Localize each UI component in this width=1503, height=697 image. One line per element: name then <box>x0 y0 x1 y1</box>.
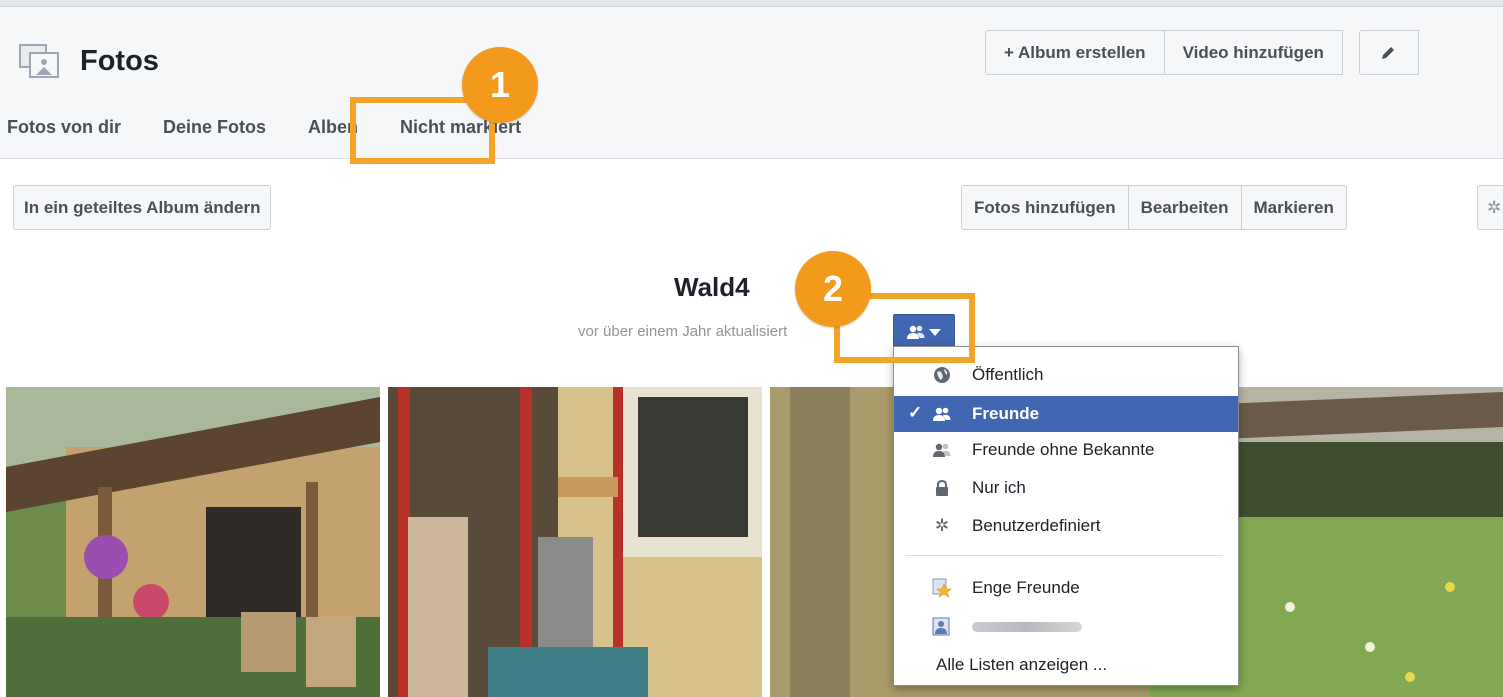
photos-icon <box>19 44 59 78</box>
album-settings-button[interactable]: ✲ <box>1477 185 1503 230</box>
gear-icon: ✲ <box>934 516 950 535</box>
album-actions: Fotos hinzufügen Bearbeiten Markieren <box>961 185 1347 230</box>
audience-option-label: Nur ich <box>972 478 1026 497</box>
add-video-button[interactable]: Video hinzufügen <box>1163 30 1343 75</box>
blurred-list-name <box>972 622 1082 632</box>
tag-button[interactable]: Markieren <box>1240 185 1347 230</box>
audience-option-only-me[interactable]: Nur ich <box>894 470 1238 506</box>
audience-option-label: Freunde <box>972 404 1040 423</box>
audience-option-custom[interactable]: ✲ Benutzerdefiniert <box>894 508 1238 544</box>
edit-button[interactable]: Bearbeiten <box>1127 185 1242 230</box>
friends-icon <box>907 325 925 339</box>
photo-tabs: Fotos von dir Deine Fotos Alben Nicht ma… <box>0 117 563 151</box>
callout-badge-1: 1 <box>462 47 538 123</box>
add-photos-button[interactable]: Fotos hinzufügen <box>961 185 1129 230</box>
friends-icon <box>932 404 952 424</box>
lock-icon <box>932 478 952 498</box>
photo-thumbnail[interactable] <box>6 387 380 697</box>
audience-option-label: Freunde ohne Bekannte <box>972 440 1155 459</box>
chevron-down-icon <box>929 328 941 336</box>
audience-option-label: Benutzerdefiniert <box>972 516 1101 535</box>
audience-option-public[interactable]: Öffentlich <box>894 357 1238 393</box>
edit-pencil-button[interactable] <box>1358 30 1419 75</box>
audience-selector-button[interactable] <box>893 314 955 350</box>
pencil-icon <box>1381 46 1394 59</box>
tab-photos-of-you[interactable]: Fotos von dir <box>7 117 121 151</box>
star-friends-icon <box>932 578 952 598</box>
audience-option-friends[interactable]: ✓ Freunde <box>894 396 1238 432</box>
audience-option-label: Öffentlich <box>972 365 1044 384</box>
album-photo-grid <box>0 387 1503 697</box>
create-album-button[interactable]: + Album erstellen <box>985 30 1165 75</box>
show-all-lists-link[interactable]: Alle Listen anzeigen ... <box>894 647 1238 683</box>
audience-list-close-friends[interactable]: Enge Freunde <box>894 570 1238 606</box>
tab-your-photos[interactable]: Deine Fotos <box>163 117 266 151</box>
page-frame: Fotos + Album erstellen Video hinzufügen… <box>0 6 1503 697</box>
menu-separator <box>905 555 1223 556</box>
shared-album-button[interactable]: In ein geteiltes Album ändern <box>13 185 272 230</box>
header-actions: + Album erstellen Video hinzufügen <box>985 30 1419 75</box>
audience-list-custom[interactable] <box>894 609 1238 645</box>
gear-icon: ✲ <box>1487 198 1502 217</box>
globe-icon <box>932 365 952 385</box>
friends-except-acquaintances-icon <box>932 440 952 460</box>
list-icon <box>932 617 952 637</box>
album-updated-text: vor über einem Jahr aktualisiert <box>578 323 788 340</box>
checkmark-icon: ✓ <box>908 403 923 422</box>
audience-option-friends-except-acquaintances[interactable]: Freunde ohne Bekannte <box>894 432 1238 468</box>
page-title: Fotos <box>80 45 159 77</box>
audience-dropdown-menu: Öffentlich ✓ Freunde Freunde ohne Bekann… <box>893 346 1239 686</box>
audience-list-label: Enge Freunde <box>972 578 1080 597</box>
tab-albums[interactable]: Alben <box>308 117 358 151</box>
callout-badge-2: 2 <box>795 251 871 327</box>
album-title: Wald4 <box>674 272 750 302</box>
photos-header: Fotos + Album erstellen Video hinzufügen… <box>0 7 1503 159</box>
photo-thumbnail[interactable] <box>388 387 762 697</box>
